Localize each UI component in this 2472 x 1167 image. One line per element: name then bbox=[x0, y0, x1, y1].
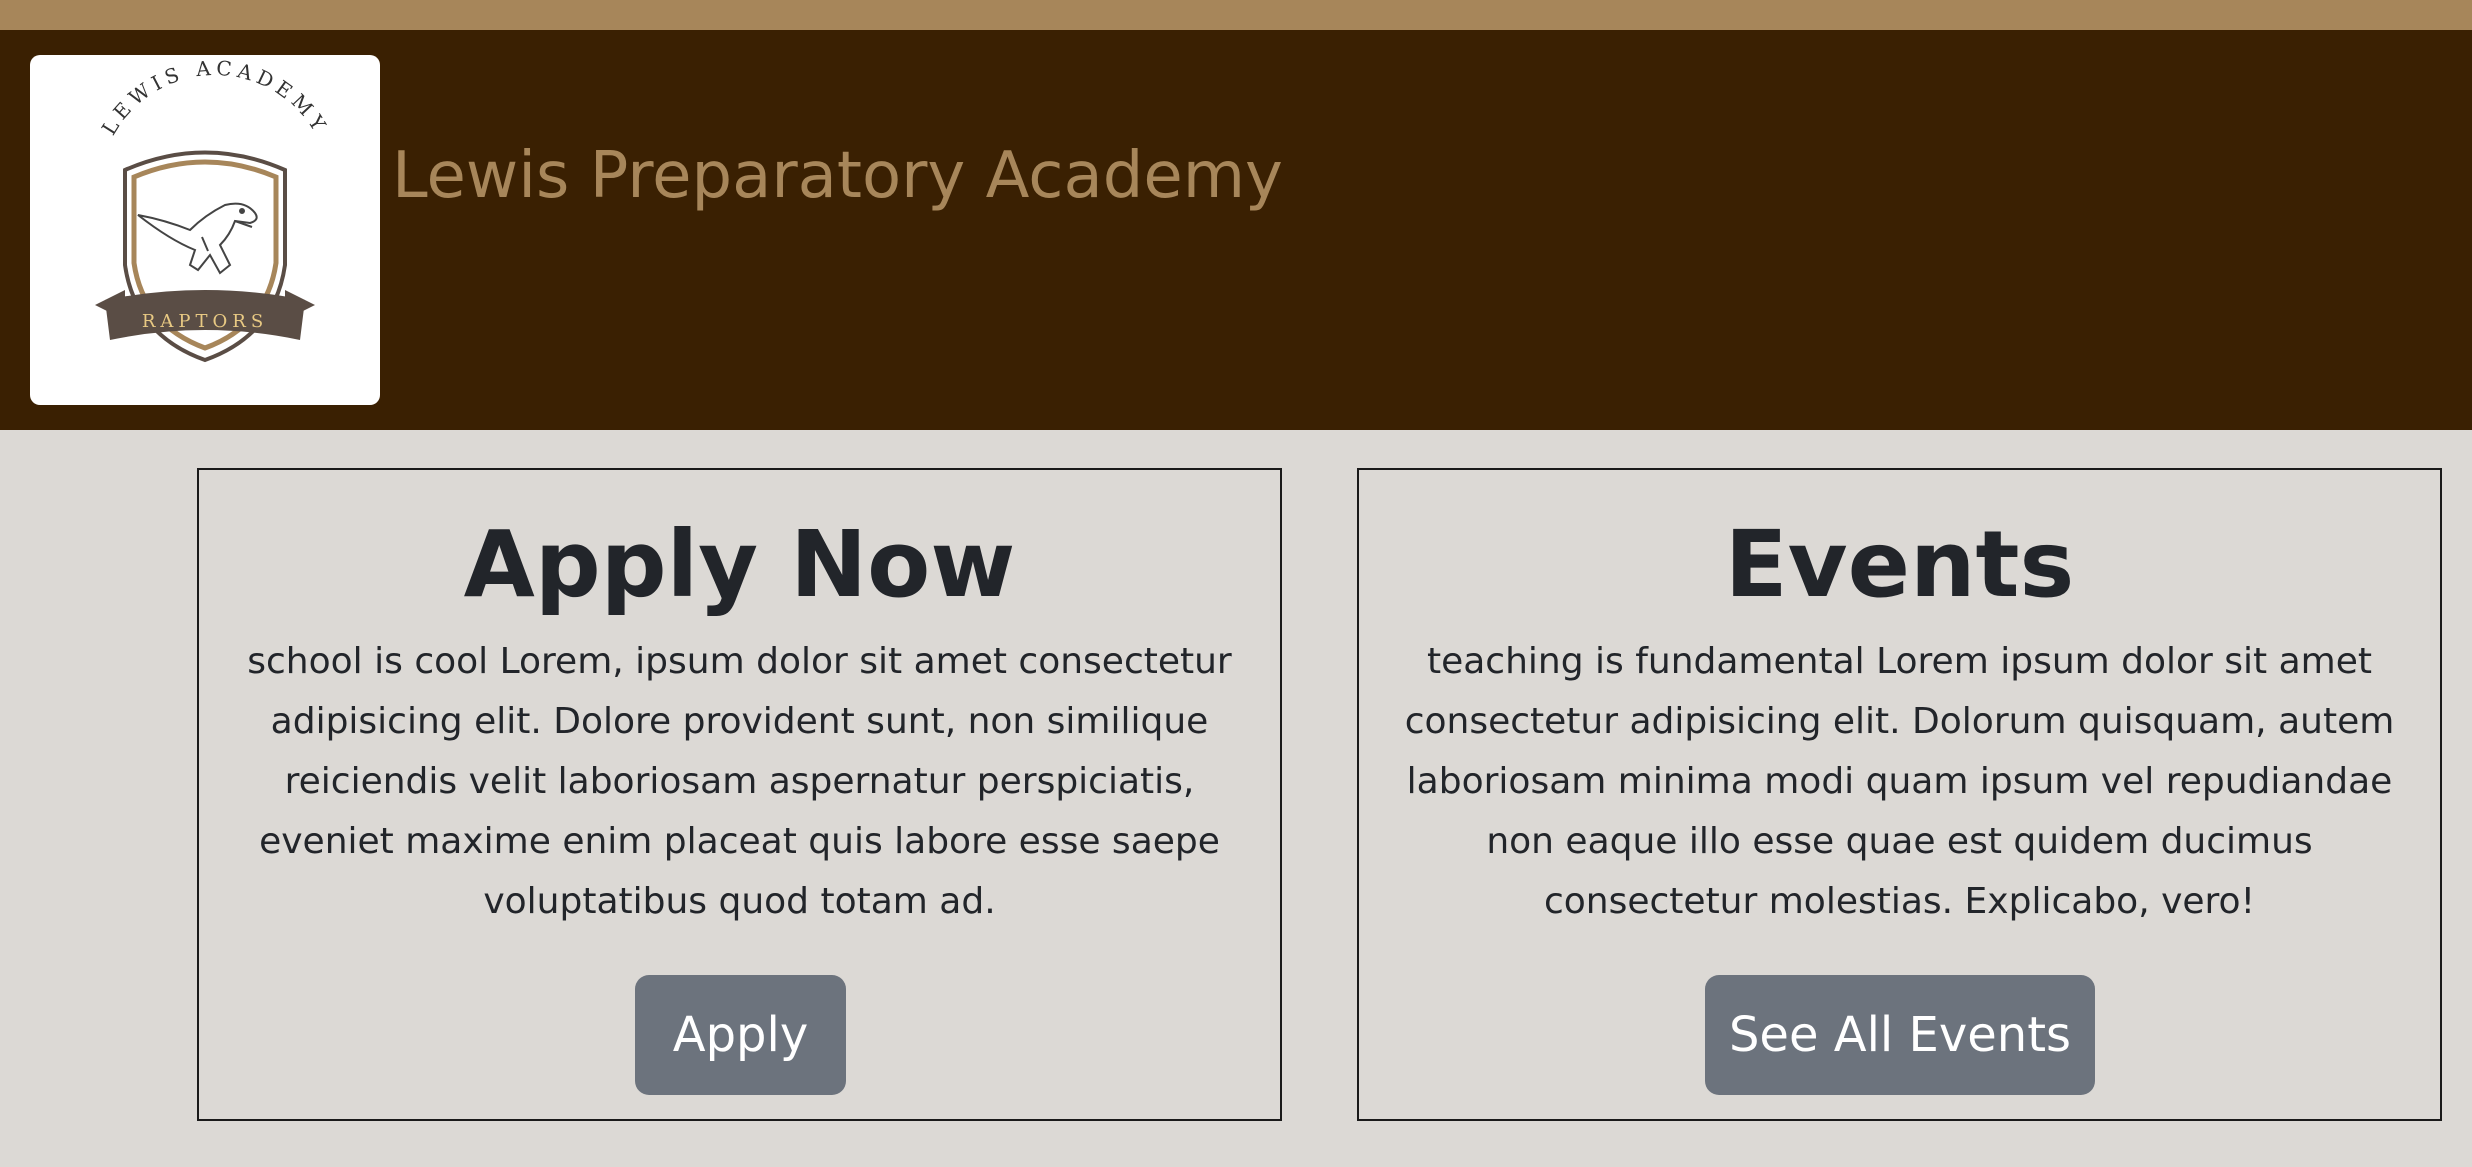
apply-now-heading: Apply Now bbox=[463, 511, 1016, 618]
apply-now-description: school is cool Lorem, ipsum dolor sit am… bbox=[247, 641, 1232, 922]
see-all-events-button[interactable]: See All Events bbox=[1705, 975, 2095, 1095]
logo-arc-text: LEWIS ACADEMY bbox=[97, 56, 329, 139]
events-heading: Events bbox=[1724, 511, 2075, 618]
raptor-crest-icon: LEWIS ACADEMY RAPTORS bbox=[95, 56, 334, 363]
svg-text:LEWIS ACADEMY: LEWIS ACADEMY bbox=[97, 56, 334, 139]
site-header: LEWIS ACADEMY RAPTORS Lewis Preparatory … bbox=[0, 30, 2472, 430]
school-logo[interactable]: LEWIS ACADEMY RAPTORS bbox=[30, 55, 380, 405]
logo-banner-text: RAPTORS bbox=[142, 311, 268, 332]
site-title: Lewis Preparatory Academy bbox=[392, 139, 1283, 213]
apply-button[interactable]: Apply bbox=[635, 975, 846, 1095]
apply-now-card: Apply Now school is cool Lorem, ipsum do… bbox=[197, 468, 1282, 1121]
events-card: Events teaching is fundamental Lorem ips… bbox=[1357, 468, 2442, 1121]
events-description: teaching is fundamental Lorem ipsum dolo… bbox=[1404, 641, 2395, 922]
top-accent-strip bbox=[0, 0, 2472, 30]
